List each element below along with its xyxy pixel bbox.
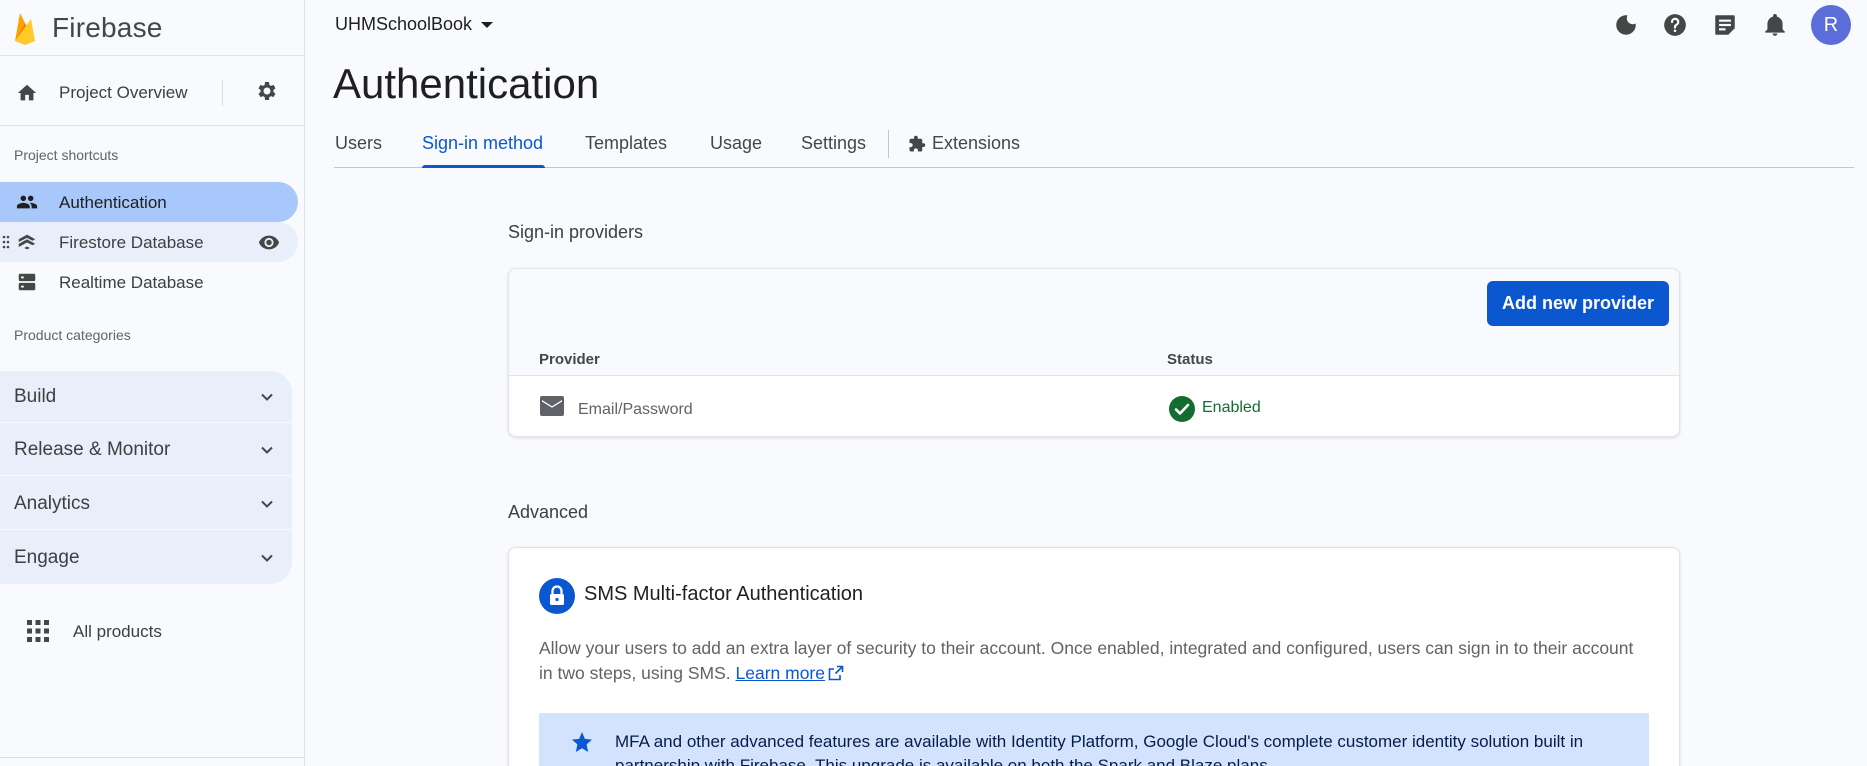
- sidebar-bottom-divider: [0, 757, 305, 758]
- add-new-provider-button[interactable]: Add new provider: [1487, 281, 1669, 326]
- release-notes-icon[interactable]: [1712, 12, 1738, 38]
- extensions-label: Extensions: [932, 133, 1021, 153]
- puzzle-piece-icon: [909, 135, 926, 151]
- sidebar-item-all-products[interactable]: All products: [0, 612, 305, 648]
- firestore-database-label: Firestore Database: [59, 233, 204, 252]
- project-overview-label: Project Overview: [59, 83, 188, 102]
- overview-separator: [222, 80, 223, 106]
- firebase-console: Firebase Project Overview Project shortc…: [0, 0, 1867, 766]
- open-in-new-icon: [828, 665, 844, 681]
- sidebar-divider: [0, 125, 305, 126]
- project-name: UHMSchoolBook: [335, 14, 473, 34]
- mfa-description: Allow your users to add an extra layer o…: [539, 636, 1649, 686]
- category-label: Release & Monitor: [14, 439, 171, 460]
- tab-users[interactable]: Users: [335, 133, 382, 154]
- tab-sign-in-method[interactable]: Sign-in method: [422, 133, 543, 154]
- category-build[interactable]: Build: [0, 371, 292, 423]
- product-categories-list: Build Release & Monitor Analytics Engage: [0, 371, 292, 584]
- auth-tabs: Users Sign-in method Templates Usage Set…: [334, 120, 1854, 168]
- email-envelope-icon: [540, 396, 564, 416]
- database-icon: [18, 273, 36, 291]
- apps-grid-icon: [27, 620, 49, 642]
- people-icon: [16, 195, 38, 209]
- provider-column-header: Provider: [539, 351, 600, 368]
- chevron-down-icon: [261, 393, 273, 401]
- firebase-flame-icon: [15, 13, 35, 45]
- mfa-card: SMS Multi-factor Authentication Allow yo…: [508, 547, 1680, 766]
- table-row[interactable]: Email/Password Enabled: [509, 377, 1679, 435]
- status-column-header: Status: [1167, 351, 1213, 368]
- learn-more-label: Learn more: [735, 663, 826, 683]
- check-circle-icon: [1169, 396, 1195, 422]
- drag-handle-icon[interactable]: [2, 235, 10, 249]
- tab-settings[interactable]: Settings: [801, 133, 866, 154]
- lock-icon-badge: [539, 578, 575, 614]
- sign-in-providers-heading: Sign-in providers: [508, 222, 644, 242]
- notifications-bell-icon[interactable]: [1762, 12, 1788, 38]
- tab-separator: [888, 130, 889, 158]
- sidebar-item-authentication[interactable]: Authentication: [0, 182, 298, 222]
- learn-more-link[interactable]: Learn more: [736, 663, 845, 683]
- chevron-down-icon: [261, 500, 273, 508]
- product-categories-heading: Product categories: [14, 327, 131, 343]
- caret-down-icon: [481, 21, 494, 28]
- home-icon: [17, 84, 37, 101]
- firebase-logo[interactable]: Firebase: [12, 8, 163, 48]
- tab-templates[interactable]: Templates: [585, 133, 667, 154]
- sidebar: Firebase Project Overview Project shortc…: [0, 0, 305, 766]
- sidebar-item-firestore-database[interactable]: Firestore Database: [0, 222, 298, 262]
- dark-mode-moon-icon[interactable]: [1613, 12, 1639, 38]
- category-label: Build: [14, 386, 57, 407]
- chevron-down-icon: [261, 446, 273, 454]
- user-avatar[interactable]: R: [1811, 5, 1851, 45]
- banner-text: MFA and other advanced features are avai…: [615, 732, 1584, 766]
- category-release-monitor[interactable]: Release & Monitor: [0, 424, 292, 476]
- lock-icon: [550, 585, 564, 605]
- tab-usage[interactable]: Usage: [710, 133, 762, 154]
- chevron-down-icon: [261, 554, 273, 562]
- tab-extensions[interactable]: Extensions: [908, 133, 1020, 154]
- providers-card: Add new provider Provider Status Email/P…: [508, 268, 1680, 437]
- gear-icon[interactable]: [254, 79, 278, 103]
- sidebar-divider: [0, 55, 305, 56]
- category-analytics[interactable]: Analytics: [0, 478, 292, 530]
- advanced-heading: Advanced: [508, 502, 589, 522]
- page-title: Authentication: [333, 60, 600, 107]
- category-label: Engage: [14, 547, 80, 568]
- firestore-icon: [18, 234, 36, 250]
- eye-icon[interactable]: [258, 233, 280, 251]
- provider-status: Enabled: [1202, 399, 1261, 416]
- providers-card-header: Add new provider Provider Status: [509, 269, 1679, 376]
- mfa-title: SMS Multi-factor Authentication: [584, 583, 864, 605]
- mfa-description-text: Allow your users to add an extra layer o…: [539, 638, 1634, 683]
- provider-name: Email/Password: [578, 401, 693, 418]
- brand-name: Firebase: [52, 12, 163, 43]
- sidebar-item-realtime-database[interactable]: Realtime Database: [0, 262, 298, 302]
- category-engage[interactable]: Engage: [0, 532, 292, 584]
- project-shortcuts-heading: Project shortcuts: [14, 147, 119, 163]
- all-products-label: All products: [73, 622, 162, 641]
- category-label: Analytics: [14, 493, 91, 514]
- help-icon[interactable]: [1662, 12, 1688, 38]
- identity-platform-banner: MFA and other advanced features are avai…: [539, 713, 1649, 766]
- authentication-label: Authentication: [59, 193, 167, 212]
- project-selector[interactable]: UHMSchoolBook: [335, 14, 494, 35]
- realtime-database-label: Realtime Database: [59, 273, 204, 292]
- active-tab-indicator: [422, 165, 545, 168]
- star-icon: [572, 732, 592, 752]
